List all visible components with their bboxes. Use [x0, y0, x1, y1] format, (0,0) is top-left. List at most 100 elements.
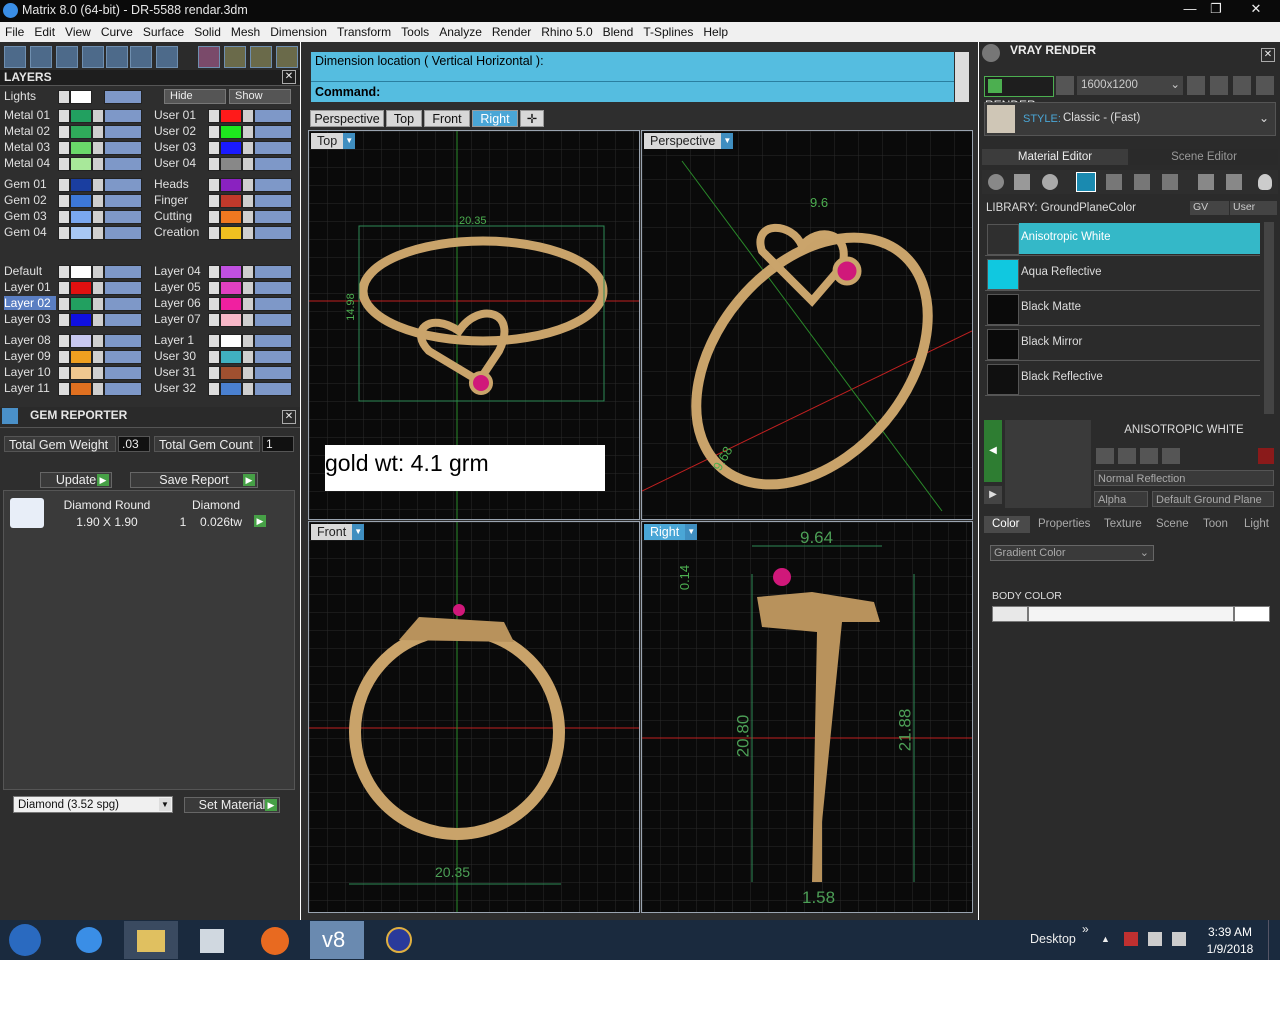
layer-color-swatch[interactable] — [220, 109, 242, 123]
layer-visibility-toggle[interactable] — [104, 125, 142, 139]
close-button[interactable]: ✕ — [1236, 0, 1276, 20]
layer-color-swatch[interactable] — [70, 109, 92, 123]
layer-color-swatch[interactable] — [70, 125, 92, 139]
layer-visibility-toggle[interactable] — [254, 178, 292, 192]
desktop-label[interactable]: Desktop — [1030, 932, 1076, 946]
layer-lock-icon[interactable] — [92, 141, 104, 155]
material-item[interactable]: Black Matte — [985, 292, 1260, 326]
layer-lock-icon[interactable] — [92, 109, 104, 123]
gradient-end-swatch[interactable] — [1234, 606, 1270, 622]
menu-analyze[interactable]: Analyze — [434, 22, 487, 39]
layer-expand-icon[interactable] — [58, 109, 70, 123]
layer-color-swatch[interactable] — [70, 178, 92, 192]
layer-expand-icon[interactable] — [208, 334, 220, 348]
network-icon[interactable] — [1148, 932, 1162, 946]
layer-color-swatch[interactable] — [220, 281, 242, 295]
layer-visibility-toggle[interactable] — [104, 297, 142, 311]
layer-name[interactable]: Layer 09 — [4, 349, 56, 363]
layer-visibility-toggle[interactable] — [254, 281, 292, 295]
layer-lock-icon[interactable] — [242, 350, 254, 364]
layer-lock-icon[interactable] — [92, 334, 104, 348]
layer-controls[interactable] — [58, 281, 142, 295]
layer-expand-icon[interactable] — [58, 210, 70, 224]
layer-visibility-toggle[interactable] — [104, 350, 142, 364]
layer-expand-icon[interactable] — [58, 141, 70, 155]
layer-name[interactable]: Default — [4, 264, 56, 278]
layer-row[interactable]: Layer 05 — [154, 280, 294, 295]
layer-controls[interactable] — [58, 226, 142, 240]
leaf-alt-icon[interactable] — [1226, 174, 1242, 190]
clock-time[interactable]: 3:39 AM — [1205, 925, 1255, 939]
layer-color-swatch[interactable] — [70, 226, 92, 240]
update-button[interactable]: Update ▶ — [40, 472, 112, 488]
layer-color-swatch[interactable] — [220, 297, 242, 311]
show-desktop-button[interactable] — [1268, 920, 1280, 960]
layer-visibility-toggle[interactable] — [104, 141, 142, 155]
layer-expand-icon[interactable] — [208, 281, 220, 295]
import-material-icon[interactable] — [1162, 448, 1180, 464]
layer-expand-icon[interactable] — [208, 141, 220, 155]
layer-lock-icon[interactable] — [242, 141, 254, 155]
save-material-icon[interactable] — [1096, 448, 1114, 464]
layer-color-swatch[interactable] — [220, 125, 242, 139]
list-icon[interactable] — [1233, 76, 1251, 95]
layer-color-swatch[interactable] — [70, 382, 92, 396]
layer-name[interactable]: Metal 02 — [4, 124, 56, 138]
layer-color-swatch[interactable] — [220, 313, 242, 327]
layer-controls[interactable] — [58, 382, 142, 396]
layer-visibility-toggle[interactable] — [104, 194, 142, 208]
layer-color-swatch[interactable] — [220, 141, 242, 155]
ground-plane-field[interactable]: Default Ground Plane — [1152, 491, 1274, 507]
pave-tool-icon[interactable] — [276, 46, 298, 68]
layer-name[interactable]: Layer 04 — [154, 264, 206, 278]
layer-controls[interactable] — [208, 194, 292, 208]
material-item[interactable]: Black Reflective — [985, 362, 1260, 396]
material-select[interactable]: Diamond (3.52 spg) ▼ — [13, 796, 173, 813]
refresh-icon[interactable] — [1258, 448, 1274, 464]
layer-row[interactable]: User 30 — [154, 349, 294, 364]
vray-close-icon[interactable]: ✕ — [1261, 48, 1275, 62]
grid-icon[interactable] — [1256, 76, 1274, 95]
layer-expand-icon[interactable] — [58, 350, 70, 364]
layer-lock-icon[interactable] — [92, 178, 104, 192]
layer-expand-icon[interactable] — [58, 226, 70, 240]
layer-expand-icon[interactable] — [208, 178, 220, 192]
menu-render[interactable]: Render — [487, 22, 536, 39]
layer-controls[interactable] — [208, 226, 292, 240]
layout-icon[interactable] — [4, 46, 26, 68]
layer-lock-icon[interactable] — [92, 226, 104, 240]
tab-properties[interactable]: Properties — [1038, 518, 1090, 532]
layer-lock-icon[interactable] — [92, 125, 104, 139]
gem-icon[interactable] — [1014, 174, 1030, 190]
layer-row[interactable]: User 31 — [154, 365, 294, 380]
tab-light[interactable]: Light — [1244, 518, 1269, 532]
layer-color-swatch[interactable] — [220, 210, 242, 224]
layer-visibility-toggle[interactable] — [104, 382, 142, 396]
layer-visibility-toggle[interactable] — [254, 366, 292, 380]
layer-expand-icon[interactable] — [58, 125, 70, 139]
checker-icon[interactable] — [1134, 174, 1150, 190]
layer-color-swatch[interactable] — [220, 366, 242, 380]
menu-tsplines[interactable]: T-Splines — [638, 22, 698, 39]
layer-lock-icon[interactable] — [242, 109, 254, 123]
layer-name[interactable]: User 01 — [154, 108, 206, 122]
layer-row[interactable]: Metal 02 — [4, 124, 144, 139]
start-button[interactable] — [0, 921, 52, 959]
layer-controls[interactable] — [208, 157, 292, 171]
layer-controls[interactable] — [58, 141, 142, 155]
layer-name[interactable]: User 30 — [154, 349, 206, 363]
layer-row[interactable]: Default — [4, 264, 144, 279]
layer-color-swatch[interactable] — [70, 334, 92, 348]
layer-controls[interactable] — [208, 265, 292, 279]
tab-perspective[interactable]: Perspective — [310, 110, 384, 127]
layer-lock-icon[interactable] — [242, 194, 254, 208]
layer-controls[interactable] — [208, 141, 292, 155]
layer-visibility-toggle[interactable] — [104, 313, 142, 327]
layer-lock-icon[interactable] — [92, 382, 104, 396]
menu-help[interactable]: Help — [698, 22, 733, 39]
layer-visibility-toggle[interactable] — [254, 350, 292, 364]
viewport-perspective-label[interactable]: Perspective ▼ — [644, 133, 734, 149]
resolution-select[interactable]: 1600x1200 ⌄ — [1077, 76, 1183, 95]
layer-color-swatch[interactable] — [220, 350, 242, 364]
layer-name[interactable]: Layer 11 — [4, 381, 56, 395]
